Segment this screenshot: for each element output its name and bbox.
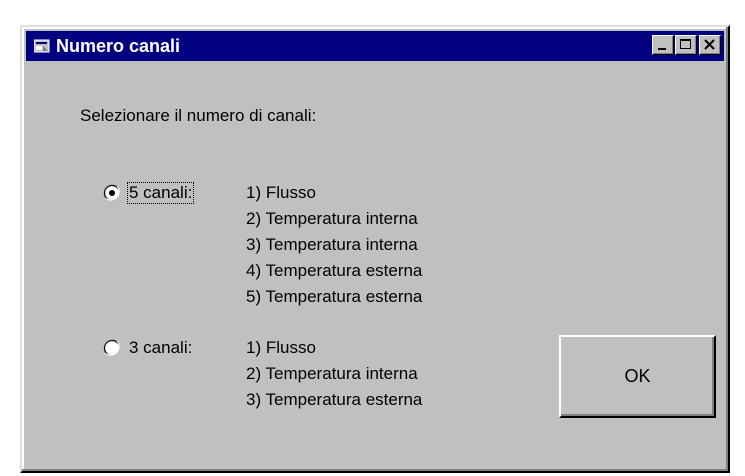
maximize-button[interactable] [675,35,697,55]
list-item: 4) Temperatura esterna [246,261,423,280]
channel-list-3: 1) Flusso 2) Temperatura interna 3) Temp… [246,335,422,413]
window-title: Numero canali [56,36,181,56]
radio-5-canali-label[interactable]: 5 canali: [126,182,195,204]
prompt-label: Selezionare il numero di canali: [80,106,317,125]
ok-button[interactable]: OK [559,335,716,418]
radio-unselected-icon [103,339,120,356]
radio-5-canali[interactable] [102,183,122,203]
list-item: 3) Temperatura interna [246,235,418,254]
channel-list-5: 1) Flusso 2) Temperatura interna 3) Temp… [246,180,422,310]
list-item: 1) Flusso [246,338,316,357]
minimize-button[interactable] [652,35,674,55]
list-item: 5) Temperatura esterna [246,287,423,306]
radio-selected-icon [103,184,120,201]
close-button[interactable] [699,35,721,55]
title-bar[interactable]: Numero canali [26,31,724,61]
list-item: 1) Flusso [246,183,316,202]
list-item: 2) Temperatura interna [246,364,418,383]
close-icon [704,39,715,50]
radio-3-canali-label[interactable]: 3 canali: [129,338,192,358]
list-item: 3) Temperatura esterna [246,390,423,409]
radio-3-canali[interactable] [102,338,122,358]
maximize-icon [680,39,691,49]
dialog-window: Numero canali Selezionare il numero di c… [20,25,730,473]
minimize-icon [658,48,666,50]
app-window-icon [33,39,50,53]
list-item: 2) Temperatura interna [246,209,418,228]
